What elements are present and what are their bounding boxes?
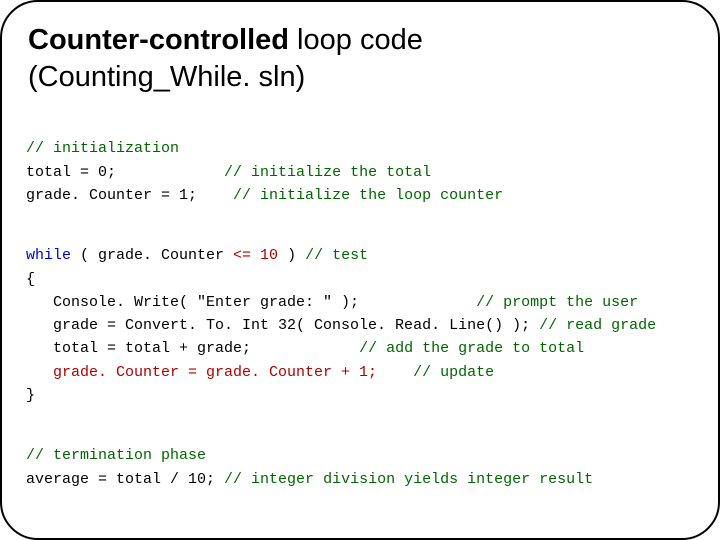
while-cond-a: ( grade. Counter: [71, 247, 233, 264]
init-counter: grade. Counter = 1;: [26, 187, 197, 204]
title-bold: Counter-controlled: [28, 24, 289, 56]
loop-write-comment: // prompt the user: [476, 294, 638, 311]
brace-close: }: [26, 387, 35, 404]
brace-open: {: [26, 271, 35, 288]
slide-title: Counter-controlled loop code (Counting_W…: [28, 22, 694, 96]
term-comment: // termination phase: [26, 447, 206, 464]
init-total: total = 0;: [26, 164, 116, 181]
title-after-bold: loop code: [289, 24, 423, 56]
loop-update-comment: // update: [413, 364, 494, 381]
while-cond-hl: <= 10: [233, 247, 278, 264]
code-loop-block: while ( grade. Counter <= 10 ) // test {…: [26, 221, 694, 407]
while-keyword: while: [26, 247, 71, 264]
loop-add-comment: // add the grade to total: [359, 340, 584, 357]
init-counter-comment: // initialize the loop counter: [233, 187, 503, 204]
init-comment: // initialization: [26, 140, 179, 157]
loop-read: grade = Convert. To. Int 32( Console. Re…: [26, 317, 539, 334]
code-term-block: // termination phase average = total / 1…: [26, 421, 694, 491]
while-cond-b: ): [278, 247, 305, 264]
title-line2: (Counting_While. sln): [28, 61, 305, 93]
slide-container: Counter-controlled loop code (Counting_W…: [0, 0, 720, 540]
term-avg: average = total / 10;: [26, 471, 224, 488]
loop-add: total = total + grade;: [26, 340, 251, 357]
loop-write: Console. Write( "Enter grade: " );: [26, 294, 359, 311]
loop-update: grade. Counter = grade. Counter + 1;: [26, 364, 377, 381]
init-total-comment: // initialize the total: [224, 164, 431, 181]
loop-read-comment: // read grade: [539, 317, 656, 334]
code-init-block: // initialization total = 0; // initiali…: [26, 114, 694, 207]
term-avg-comment: // integer division yields integer resul…: [224, 471, 593, 488]
while-test-comment: // test: [305, 247, 368, 264]
